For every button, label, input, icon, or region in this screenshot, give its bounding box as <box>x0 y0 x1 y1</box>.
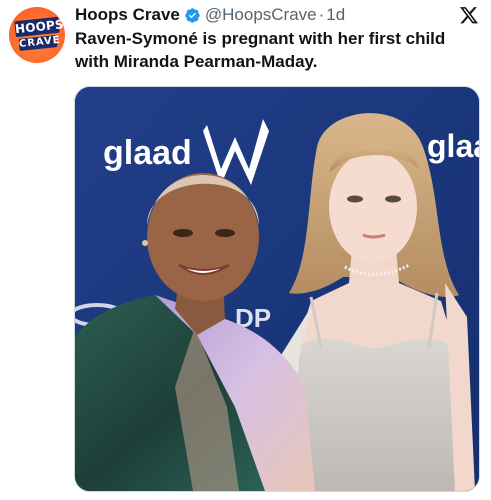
backdrop-text-right: glaa <box>427 128 479 164</box>
woman-right-dress <box>289 338 459 491</box>
separator: · <box>318 5 325 24</box>
timestamp[interactable]: 1d <box>326 5 345 25</box>
avatar-logo-bottom: CRAVE <box>18 34 62 51</box>
woman-right-face <box>329 151 417 263</box>
backdrop-text-left: glaad <box>103 134 192 172</box>
handle[interactable]: @HoopsCrave <box>205 5 317 25</box>
x-logo-icon <box>460 7 478 24</box>
display-name[interactable]: Hoops Crave <box>75 5 180 25</box>
avatar[interactable]: HOOPS CRAVE <box>9 7 65 63</box>
avatar-logo-top: HOOPS <box>14 16 65 38</box>
tweet-photo[interactable]: glaad glaa DP <box>74 86 480 492</box>
tweet-text: Raven-Symoné is pregnant with her first … <box>75 29 446 71</box>
tweet-card[interactable]: HOOPS CRAVE Hoops Crave @HoopsCrave · 1d… <box>0 0 491 500</box>
photo-illustration: glaad glaa DP <box>75 87 479 491</box>
tweet-header: Hoops Crave @HoopsCrave · 1d <box>75 4 345 26</box>
verified-badge-icon[interactable] <box>184 7 201 24</box>
